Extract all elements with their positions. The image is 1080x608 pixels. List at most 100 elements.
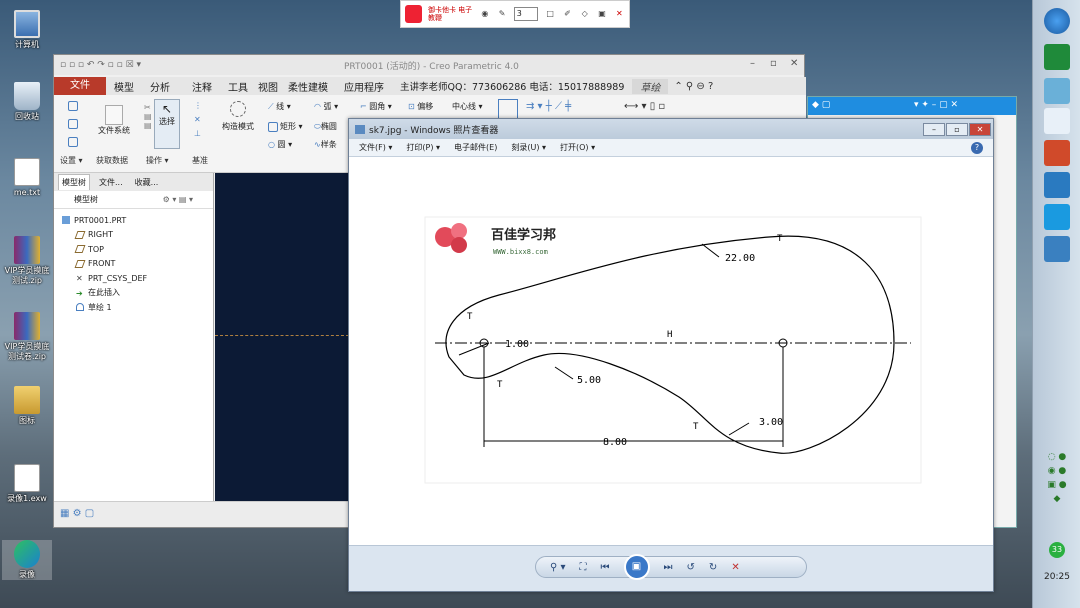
tab-favorites[interactable]: 收藏... bbox=[132, 175, 162, 190]
excel-icon[interactable] bbox=[1044, 44, 1070, 70]
select-button[interactable]: ↖ 选择 bbox=[154, 99, 180, 149]
desktop-icon-txt[interactable]: me.txt bbox=[4, 158, 50, 198]
pointer-icon[interactable]: ◉ bbox=[479, 8, 490, 20]
rect-button[interactable]: 矩形 ▾ bbox=[268, 121, 303, 132]
desktop-icon-recycle-bin[interactable]: 回收站 bbox=[4, 82, 50, 122]
offset-button[interactable]: ⊡ 偏移 bbox=[408, 101, 433, 112]
menu-burn[interactable]: 刻录(U) ▾ bbox=[511, 142, 546, 153]
menu-analysis[interactable]: 分析 bbox=[142, 79, 178, 94]
slideshow-icon[interactable]: ▣ bbox=[623, 554, 650, 580]
pen-icon[interactable]: ✎ bbox=[496, 8, 507, 20]
app-icon[interactable] bbox=[1044, 172, 1070, 198]
modify-icons[interactable]: ⟷ ▾ ▯ ▫ bbox=[624, 101, 665, 112]
close-icon[interactable]: ✕ bbox=[614, 8, 625, 20]
minimize-icon[interactable]: – bbox=[923, 123, 945, 136]
powerpoint-icon[interactable] bbox=[1044, 140, 1070, 166]
menu-model[interactable]: 模型 bbox=[106, 79, 142, 94]
highlighter-icon[interactable]: ✐ bbox=[562, 8, 573, 20]
tray-badge[interactable]: 33 bbox=[1049, 542, 1065, 558]
help-icons[interactable]: ⌃ ⚲ ⊖ ? bbox=[674, 81, 713, 92]
fillet-button[interactable]: ⌐ 圆角 ▾ bbox=[360, 101, 392, 112]
image-frame bbox=[424, 216, 922, 484]
tree-item-right[interactable]: RIGHT bbox=[54, 228, 213, 243]
fit-icon[interactable]: ⛶ bbox=[580, 562, 587, 573]
tree-settings-icon[interactable]: ⚙ ▾ ▤ ▾ bbox=[163, 195, 193, 204]
eraser-icon[interactable]: ◇ bbox=[579, 8, 590, 20]
file-system-button[interactable]: 文件系统 bbox=[94, 105, 134, 136]
datum-icons[interactable]: ⋮ ✕ ⊥ bbox=[194, 99, 202, 141]
grid-icon[interactable] bbox=[68, 119, 80, 129]
construct-mode-button[interactable]: 构造模式 bbox=[219, 101, 257, 132]
tree-item-part[interactable]: PRT0001.PRT bbox=[54, 213, 213, 228]
rotate-right-icon[interactable]: ↻ bbox=[709, 562, 717, 573]
menu-file[interactable]: 文件 bbox=[54, 77, 106, 95]
ref-icon[interactable] bbox=[68, 137, 80, 147]
clock[interactable]: 20:25 bbox=[1033, 572, 1080, 582]
previous-icon[interactable]: ⏮ bbox=[601, 562, 610, 573]
ellipse-button[interactable]: ⬭椭圆 bbox=[314, 121, 337, 132]
menu-flexible[interactable]: 柔性建模 bbox=[280, 79, 336, 94]
save-icon[interactable]: ▣ bbox=[596, 8, 607, 20]
close-icon[interactable]: ✕ bbox=[969, 123, 991, 136]
dim-label-22: 22.00 bbox=[725, 253, 755, 264]
menu-tools[interactable]: 工具 bbox=[220, 79, 256, 94]
zoom-icon[interactable]: ⚲ ▾ bbox=[550, 562, 566, 573]
desktop-icon-zip2[interactable]: VIP学员摸底测试卷.zip bbox=[4, 312, 50, 362]
photo-viewer-window: sk7.jpg - Windows 照片查看器 – ▫ ✕ 文件(F) ▾ 打印… bbox=[348, 118, 994, 592]
close-icon[interactable]: ✕ bbox=[790, 58, 798, 69]
menu-open[interactable]: 打开(O) ▾ bbox=[560, 142, 595, 153]
page-spinner[interactable]: 3 bbox=[513, 7, 539, 21]
desktop-icon-zip1[interactable]: VIP学员摸底测试.zip bbox=[4, 236, 50, 286]
tree-item-sketch[interactable]: 草绘 1 bbox=[54, 300, 213, 315]
line-button[interactable]: ⟋ 线 ▾ bbox=[268, 101, 291, 112]
status-icons[interactable]: ▦ ⚙ ▢ bbox=[60, 508, 94, 519]
desktop-icon-label: 图标 bbox=[19, 416, 35, 425]
group-settings[interactable]: 设置 ▾ bbox=[60, 155, 83, 166]
tree-item-csys[interactable]: ✕ PRT_CSYS_DEF bbox=[54, 271, 213, 286]
maximize-icon[interactable]: ▫ bbox=[946, 123, 968, 136]
tab-files[interactable]: 文件... bbox=[96, 175, 126, 190]
rectangle-icon[interactable]: □ bbox=[544, 8, 555, 20]
dimension-icon[interactable] bbox=[498, 99, 518, 119]
menu-file[interactable]: 文件(F) ▾ bbox=[359, 142, 392, 153]
menu-applications[interactable]: 应用程序 bbox=[336, 79, 392, 94]
tab-sketch[interactable]: 草绘 bbox=[632, 78, 669, 94]
minimize-icon[interactable]: – bbox=[750, 58, 755, 69]
menu-email[interactable]: 电子邮件(E) bbox=[454, 142, 497, 153]
arc-button[interactable]: ◠ 弧 ▾ bbox=[314, 101, 338, 112]
desktop-icon-recorder[interactable]: 录像 bbox=[2, 540, 52, 580]
browser-icon[interactable] bbox=[1044, 108, 1070, 134]
cut-copy-icons[interactable]: ✂ ▤ ▤ bbox=[144, 103, 152, 130]
quick-access-icons[interactable]: ▫ ▫ ▫ ↶ ↷ ▫ ▫ ☒ ▾ bbox=[60, 60, 141, 70]
desktop-icon-exw[interactable]: 录像1.exw bbox=[4, 464, 50, 504]
photo-viewer-icon[interactable] bbox=[1044, 236, 1070, 262]
tree-item-top[interactable]: TOP bbox=[54, 242, 213, 257]
help-icon[interactable]: ? bbox=[971, 141, 983, 154]
start-icon[interactable] bbox=[1044, 8, 1070, 34]
menu-print[interactable]: 打印(P) ▾ bbox=[406, 142, 440, 153]
next-icon[interactable]: ⏭ bbox=[664, 562, 673, 573]
group-operations[interactable]: 操作 ▾ bbox=[146, 155, 169, 166]
circle-button[interactable]: ○ 圆 ▾ bbox=[268, 139, 292, 150]
side-window-controls[interactable]: ▾ ✦ – ▢ ✕ bbox=[914, 100, 958, 110]
centerline-button[interactable]: 中心线 ▾ bbox=[452, 101, 483, 112]
desktop-icon-folder[interactable]: 图标 bbox=[4, 386, 50, 426]
group-get-data: 获取数据 bbox=[96, 156, 128, 165]
delete-icon[interactable]: ✕ bbox=[731, 562, 739, 573]
maximize-icon[interactable]: ▫ bbox=[770, 58, 777, 69]
menu-annotate[interactable]: 注释 bbox=[184, 79, 220, 94]
graphics-area[interactable] bbox=[215, 173, 349, 503]
app-icon[interactable] bbox=[1044, 78, 1070, 104]
constraint-icons[interactable]: ⇉ ▾ ┼ ⟋ ╪ bbox=[526, 101, 571, 112]
desktop-icon-computer[interactable]: 计算机 bbox=[4, 10, 50, 50]
tab-model-tree[interactable]: 模型树 bbox=[58, 174, 90, 190]
rotate-left-icon[interactable]: ↺ bbox=[687, 562, 695, 573]
settings-icon[interactable] bbox=[68, 101, 80, 111]
tree-item-insert-here[interactable]: ➔ 在此插入 bbox=[54, 286, 213, 301]
menu-label: 文件(F) bbox=[359, 143, 386, 152]
menu-view[interactable]: 视图 bbox=[256, 79, 280, 94]
spline-button[interactable]: ∿样条 bbox=[314, 139, 337, 150]
tree-item-front[interactable]: FRONT bbox=[54, 257, 213, 272]
player-icon[interactable] bbox=[1044, 204, 1070, 230]
tray-icons[interactable]: ◌ ● ◉ ● ▣ ● ◆ bbox=[1043, 450, 1071, 506]
